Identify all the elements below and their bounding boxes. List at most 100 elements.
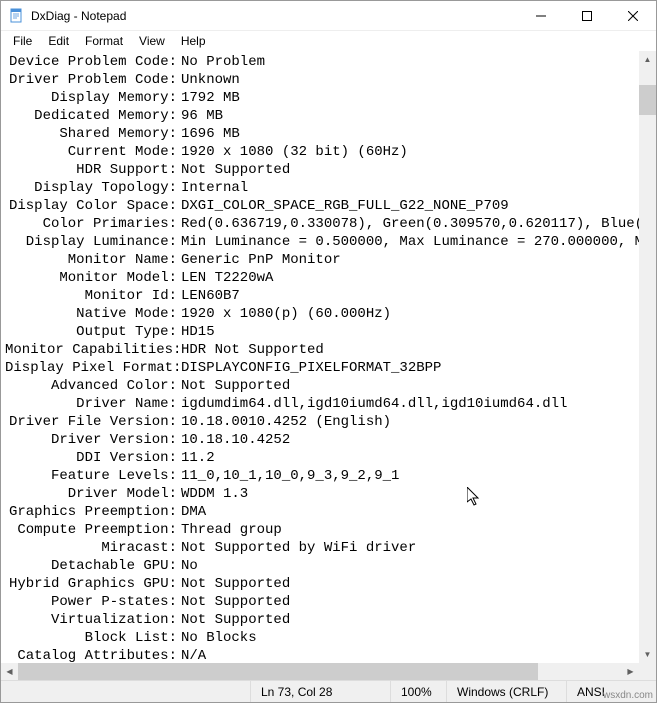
row-label: Display Color Space: (5, 197, 181, 215)
titlebar[interactable]: DxDiag - Notepad (1, 1, 656, 31)
row-value: LEN60B7 (181, 287, 656, 305)
row-label: Color Primaries: (5, 215, 181, 233)
horizontal-scroll-thumb[interactable] (18, 663, 538, 680)
status-spacer (1, 681, 250, 702)
row-value: N/A (181, 647, 656, 663)
row-label: DDI Version: (5, 449, 181, 467)
scroll-right-icon[interactable]: ▶ (622, 663, 639, 680)
status-position: Ln 73, Col 28 (250, 681, 390, 702)
text-row: Virtualization:Not Supported (5, 611, 656, 629)
text-row: Hybrid Graphics GPU:Not Supported (5, 575, 656, 593)
text-row: Display Memory:1792 MB (5, 89, 656, 107)
row-value: Generic PnP Monitor (181, 251, 656, 269)
text-row: Driver Version:10.18.10.4252 (5, 431, 656, 449)
row-value: Not Supported by WiFi driver (181, 539, 656, 557)
status-zoom: 100% (390, 681, 446, 702)
text-row: Monitor Capabilities:HDR Not Supported (5, 341, 656, 359)
row-label: Monitor Model: (5, 269, 181, 287)
row-value: HD15 (181, 323, 656, 341)
horizontal-scrollbar[interactable]: ◀ ▶ (1, 663, 656, 680)
row-value: 1920 x 1080 (32 bit) (60Hz) (181, 143, 656, 161)
close-button[interactable] (610, 1, 656, 30)
text-row: Feature Levels:11_0,10_1,10_0,9_3,9_2,9_… (5, 467, 656, 485)
text-row: Monitor Name:Generic PnP Monitor (5, 251, 656, 269)
scroll-down-icon[interactable]: ▼ (639, 646, 656, 663)
menu-file[interactable]: File (5, 32, 40, 50)
text-row: Display Topology:Internal (5, 179, 656, 197)
text-row: Color Primaries:Red(0.636719,0.330078), … (5, 215, 656, 233)
notepad-window: DxDiag - Notepad File Edit Format View H… (0, 0, 657, 703)
text-content[interactable]: Device Problem Code:No ProblemDriver Pro… (1, 51, 656, 663)
horizontal-scroll-track[interactable] (18, 663, 622, 680)
row-value: No Problem (181, 53, 656, 71)
text-row: Catalog Attributes:N/A (5, 647, 656, 663)
row-value: 1696 MB (181, 125, 656, 143)
row-value: No Blocks (181, 629, 656, 647)
row-value: 1920 x 1080(p) (60.000Hz) (181, 305, 656, 323)
row-label: HDR Support: (5, 161, 181, 179)
text-row: Device Problem Code:No Problem (5, 53, 656, 71)
row-label: Driver Version: (5, 431, 181, 449)
row-label: Advanced Color: (5, 377, 181, 395)
row-value: Internal (181, 179, 656, 197)
text-row: Native Mode:1920 x 1080(p) (60.000Hz) (5, 305, 656, 323)
row-value: igdumdim64.dll,igd10iumd64.dll,igd10iumd… (181, 395, 656, 413)
row-label: Detachable GPU: (5, 557, 181, 575)
row-value: DMA (181, 503, 656, 521)
row-value: Unknown (181, 71, 656, 89)
menu-view[interactable]: View (131, 32, 173, 50)
row-value: 96 MB (181, 107, 656, 125)
scroll-up-icon[interactable]: ▲ (639, 51, 656, 68)
row-value: 11.2 (181, 449, 656, 467)
content-area: Device Problem Code:No ProblemDriver Pro… (1, 51, 656, 680)
row-value: No (181, 557, 656, 575)
row-label: Graphics Preemption: (5, 503, 181, 521)
row-value: LEN T2220wA (181, 269, 656, 287)
row-label: Display Memory: (5, 89, 181, 107)
text-row: Driver Model:WDDM 1.3 (5, 485, 656, 503)
text-row: HDR Support:Not Supported (5, 161, 656, 179)
text-row: Display Luminance:Min Luminance = 0.5000… (5, 233, 656, 251)
vertical-scrollbar[interactable]: ▲ ▼ (639, 51, 656, 663)
menu-format[interactable]: Format (77, 32, 131, 50)
row-value: 1792 MB (181, 89, 656, 107)
text-row: Compute Preemption:Thread group (5, 521, 656, 539)
row-value: DXGI_COLOR_SPACE_RGB_FULL_G22_NONE_P709 (181, 197, 656, 215)
row-label: Device Problem Code: (5, 53, 181, 71)
row-label: Hybrid Graphics GPU: (5, 575, 181, 593)
menu-help[interactable]: Help (173, 32, 214, 50)
row-label: Monitor Capabilities: (5, 341, 181, 359)
text-row: Dedicated Memory:96 MB (5, 107, 656, 125)
row-value: HDR Not Supported (181, 341, 656, 359)
scroll-left-icon[interactable]: ◀ (1, 663, 18, 680)
row-label: Miracast: (5, 539, 181, 557)
row-label: Block List: (5, 629, 181, 647)
row-value: 10.18.0010.4252 (English) (181, 413, 656, 431)
row-label: Dedicated Memory: (5, 107, 181, 125)
menubar: File Edit Format View Help (1, 31, 656, 51)
row-value: Not Supported (181, 575, 656, 593)
row-label: Monitor Id: (5, 287, 181, 305)
app-icon (9, 8, 25, 24)
text-row: Monitor Id:LEN60B7 (5, 287, 656, 305)
row-label: Compute Preemption: (5, 521, 181, 539)
text-row: Driver File Version:10.18.0010.4252 (Eng… (5, 413, 656, 431)
row-value: Not Supported (181, 377, 656, 395)
row-value: Not Supported (181, 611, 656, 629)
scroll-corner (639, 663, 656, 680)
text-row: DDI Version:11.2 (5, 449, 656, 467)
row-value: WDDM 1.3 (181, 485, 656, 503)
row-value: Min Luminance = 0.500000, Max Luminance … (181, 233, 656, 251)
text-row: Driver Name:igdumdim64.dll,igd10iumd64.d… (5, 395, 656, 413)
menu-edit[interactable]: Edit (40, 32, 77, 50)
vertical-scroll-thumb[interactable] (639, 85, 656, 115)
row-value: Red(0.636719,0.330078), Green(0.309570,0… (181, 215, 656, 233)
maximize-button[interactable] (564, 1, 610, 30)
row-label: Display Pixel Format: (5, 359, 181, 377)
row-label: Driver File Version: (5, 413, 181, 431)
minimize-button[interactable] (518, 1, 564, 30)
row-value: DISPLAYCONFIG_PIXELFORMAT_32BPP (181, 359, 656, 377)
text-row: Display Pixel Format:DISPLAYCONFIG_PIXEL… (5, 359, 656, 377)
row-label: Virtualization: (5, 611, 181, 629)
text-row: Detachable GPU:No (5, 557, 656, 575)
